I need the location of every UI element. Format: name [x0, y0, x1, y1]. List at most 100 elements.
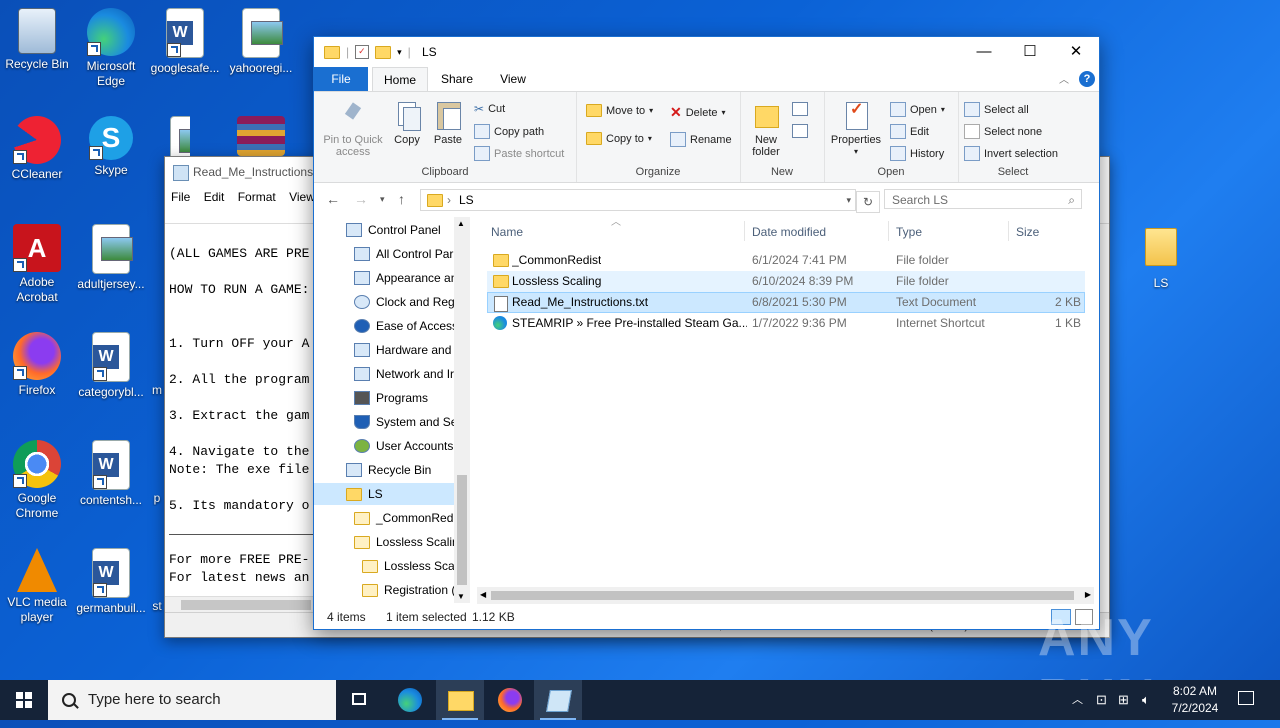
desktop-icon-googlesafe[interactable]: W googlesafe...: [148, 8, 222, 76]
forward-arrow-icon[interactable]: →: [354, 191, 368, 207]
easy-access-icon[interactable]: [792, 124, 808, 138]
desktop-icon-chrome[interactable]: Google Chrome: [0, 440, 74, 521]
desktop-icon-firefox[interactable]: Firefox: [0, 332, 74, 398]
file-row[interactable]: STEAMRIP » Free Pre-installed Steam Ga..…: [487, 313, 1085, 334]
desktop-icon-categorybl[interactable]: W categorybl...: [74, 332, 148, 400]
desktop-icon-contentsh[interactable]: W contentsh...: [74, 440, 148, 508]
refresh-icon[interactable]: ↻: [856, 191, 880, 213]
start-button[interactable]: [0, 680, 48, 720]
properties-button[interactable]: ✓ Properties ▾: [828, 100, 884, 158]
taskbar-search-box[interactable]: Type here to search: [48, 680, 336, 720]
taskbar-edge[interactable]: [386, 680, 434, 720]
file-row[interactable]: Read_Me_Instructions.txt 6/8/2021 5:30 P…: [487, 292, 1085, 313]
new-folder-icon[interactable]: [375, 45, 392, 59]
recent-locations-chevron-icon[interactable]: ▾: [380, 194, 385, 205]
scrollbar-thumb[interactable]: [457, 475, 467, 585]
paste-shortcut-button[interactable]: Paste shortcut: [474, 146, 564, 161]
nav-item-commonredist[interactable]: _CommonRedi: [354, 507, 456, 529]
scroll-up-icon[interactable]: ▲: [457, 219, 465, 228]
navigation-pane-scrollbar[interactable]: ▲ ▼: [454, 217, 470, 603]
new-folder-button[interactable]: New folder: [744, 100, 788, 158]
address-dropdown-icon[interactable]: ▾: [846, 190, 851, 210]
desktop-icon-acrobat[interactable]: A Adobe Acrobat: [0, 224, 74, 305]
close-button[interactable]: ✕: [1053, 37, 1099, 67]
desktop-icon-vlc[interactable]: VLC media player: [0, 548, 74, 625]
notifications-icon[interactable]: [1238, 691, 1254, 705]
desktop-icon-recycle-bin[interactable]: Recycle Bin: [0, 8, 74, 72]
copy-path-button[interactable]: Copy path: [474, 124, 544, 139]
file-list-horizontal-scrollbar[interactable]: ◀ ▶: [477, 587, 1094, 604]
desktop-icon-skype[interactable]: S Skype: [74, 116, 148, 178]
help-icon[interactable]: ?: [1079, 71, 1095, 87]
network-icon[interactable]: ⊞: [1118, 680, 1129, 720]
nav-item-system-security[interactable]: System and Sec: [354, 411, 463, 433]
cut-button[interactable]: ✂ Cut: [474, 102, 505, 116]
file-list[interactable]: ︿ Name Date modified Type Size _CommonRe…: [484, 217, 1090, 605]
new-item-icon[interactable]: [792, 102, 808, 116]
scrollbar-thumb[interactable]: [491, 591, 1074, 600]
desktop-icon-yahooregi[interactable]: yahooregi...: [224, 8, 298, 76]
notepad-menu-file[interactable]: File: [171, 190, 190, 204]
up-arrow-icon[interactable]: ↑: [398, 191, 405, 207]
desktop-icon-winrar[interactable]: [226, 116, 296, 159]
select-none-button[interactable]: Select none: [964, 124, 1042, 139]
tab-file[interactable]: File: [314, 67, 368, 91]
column-header-type[interactable]: Type: [896, 225, 922, 239]
back-arrow-icon[interactable]: ←: [326, 191, 340, 207]
edit-button[interactable]: Edit: [890, 124, 929, 139]
nav-item-user-accounts[interactable]: User Accounts: [354, 435, 453, 457]
column-header-date-modified[interactable]: Date modified: [752, 225, 826, 239]
minimize-button[interactable]: —: [961, 37, 1007, 67]
nav-item-appearance[interactable]: Appearance an: [354, 267, 457, 289]
nav-item-lossless-scaling[interactable]: Lossless Scaling: [354, 531, 465, 553]
nav-item-all-control-panel[interactable]: All Control Par: [354, 243, 453, 265]
desktop-icon-edge[interactable]: Microsoft Edge: [74, 8, 148, 89]
scroll-right-icon[interactable]: ▶: [1085, 590, 1091, 599]
properties-icon[interactable]: ✓: [355, 45, 370, 59]
taskbar-notepad[interactable]: [534, 680, 582, 720]
nav-item-registration[interactable]: Registration (: [362, 579, 455, 601]
network-status-icon[interactable]: ⊡: [1096, 680, 1107, 720]
nav-item-network[interactable]: Network and Ir: [354, 363, 454, 385]
copy-to-button[interactable]: Copy to ▾: [586, 132, 652, 145]
show-hidden-icons-chevron[interactable]: ︿: [1072, 680, 1083, 720]
volume-icon[interactable]: 🔈︎: [1142, 680, 1150, 720]
open-button[interactable]: Open ▾: [890, 102, 945, 117]
nav-item-programs[interactable]: Programs: [354, 387, 428, 409]
nav-item-clock-region[interactable]: Clock and Regi: [354, 291, 457, 313]
address-bar[interactable]: › LS ▾: [420, 189, 856, 211]
nav-item-recycle-bin[interactable]: Recycle Bin: [346, 459, 431, 481]
taskbar-clock[interactable]: 8:02 AM 7/2/2024: [1160, 683, 1230, 717]
taskbar-file-explorer[interactable]: [436, 680, 484, 720]
nav-item-hardware[interactable]: Hardware and: [354, 339, 451, 361]
history-button[interactable]: History: [890, 146, 944, 161]
move-to-button[interactable]: Move to ▾: [586, 104, 653, 117]
navigation-pane[interactable]: Control Panel All Control Par Appearance…: [314, 217, 470, 603]
desktop-icon-ccleaner[interactable]: CCleaner: [0, 116, 74, 182]
select-all-button[interactable]: Select all: [964, 102, 1029, 117]
file-row[interactable]: Lossless Scaling 6/10/2024 8:39 PM File …: [487, 271, 1085, 292]
desktop-icon-ls-folder[interactable]: LS: [1124, 228, 1198, 291]
notepad-menu-format[interactable]: Format: [238, 190, 276, 204]
desktop-icon-st[interactable]: st: [150, 548, 164, 614]
nav-item-control-panel[interactable]: Control Panel: [346, 219, 441, 241]
nav-item-lossless-scaling-sub[interactable]: Lossless Scali: [362, 555, 460, 577]
notepad-menu-view[interactable]: View: [289, 190, 315, 204]
maximize-button[interactable]: ☐: [1007, 37, 1053, 67]
desktop-icon-m[interactable]: m: [150, 332, 164, 398]
file-row[interactable]: _CommonRedist 6/1/2024 7:41 PM File fold…: [487, 250, 1085, 271]
column-header-name[interactable]: Name: [491, 225, 523, 239]
scroll-left-icon[interactable]: ◀: [480, 590, 486, 599]
notepad-horizontal-scrollbar[interactable]: [165, 596, 315, 613]
task-view-button[interactable]: [336, 680, 384, 720]
taskbar-firefox[interactable]: [486, 680, 534, 720]
rename-button[interactable]: Rename: [670, 132, 732, 147]
file-explorer-window[interactable]: | ✓ ▾ | LS — ☐ ✕ File Home Share View ︿ …: [313, 36, 1100, 630]
paste-button[interactable]: Paste: [430, 100, 466, 146]
desktop-icon-germanbuil[interactable]: W germanbuil...: [74, 548, 148, 616]
desktop-icon-p[interactable]: p: [150, 440, 164, 506]
copy-button[interactable]: Copy: [390, 100, 424, 146]
tab-share[interactable]: Share: [430, 67, 484, 91]
delete-button[interactable]: ✕ Delete ▾: [670, 104, 726, 121]
tab-view[interactable]: View: [486, 67, 540, 91]
